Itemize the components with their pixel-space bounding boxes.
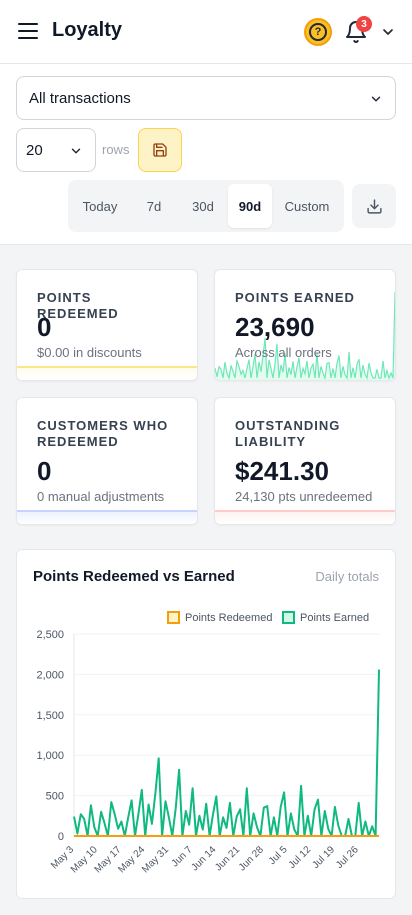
y-tick-label: 2,500 — [36, 629, 64, 641]
card-value: 23,690 — [235, 312, 315, 342]
range-30d-button[interactable]: 30d — [180, 184, 226, 228]
chevron-down-icon[interactable] — [380, 24, 396, 40]
chart-title: Points Redeemed vs Earned — [33, 568, 235, 585]
legend-item-earned[interactable]: Points Earned — [282, 611, 369, 624]
chevron-down-icon — [71, 148, 81, 154]
card-accent-bar — [215, 510, 395, 524]
rows-label: rows — [102, 142, 130, 157]
card-customers-redeemed: CUSTOMERS WHO REDEEMED 0 0 manual adjust… — [16, 397, 198, 525]
y-tick-label: 500 — [46, 791, 64, 803]
card-value: 0 — [37, 456, 52, 486]
y-tick-label: 1,000 — [36, 750, 64, 762]
card-subtext: Across all orders — [235, 345, 332, 360]
rows-per-page-value: 20 — [26, 142, 43, 159]
legend-swatch — [282, 611, 295, 624]
range-custom-button[interactable]: Custom — [274, 184, 340, 228]
help-icon: ? — [309, 23, 327, 41]
card-value: 0 — [37, 312, 52, 342]
card-accent-bar — [17, 366, 197, 380]
card-subtext: 24,130 pts unredeemed — [235, 489, 373, 504]
card-label: POINTS REDEEMED — [37, 290, 119, 321]
x-tick-label: Jul 26 — [334, 844, 361, 871]
y-tick-label: 1,500 — [36, 710, 64, 722]
transaction-filter-value: All transactions — [29, 90, 131, 107]
card-value: $241.30 — [235, 456, 329, 486]
x-tick-label: May 31 — [140, 844, 171, 875]
date-range-group: Today 7d 30d 90d Custom — [68, 180, 344, 232]
range-90d-button[interactable]: 90d — [228, 184, 272, 228]
points-chart: 05001,0001,5002,0002,500May 3May 10May 1… — [36, 629, 380, 875]
page-title: Loyalty — [52, 19, 123, 41]
card-points-redeemed: POINTS REDEEMED 0 $0.00 in discounts — [16, 269, 198, 381]
range-7d-button[interactable]: 7d — [130, 184, 178, 228]
card-label: POINTS EARNED — [235, 290, 355, 305]
transaction-filter-select[interactable]: All transactions — [16, 76, 396, 120]
download-icon — [366, 198, 382, 214]
filters-panel: All transactions 20 rows Today 7d 30d 90… — [0, 64, 412, 245]
card-label: OUTSTANDING LIABILITY — [235, 418, 341, 449]
save-view-button[interactable] — [138, 128, 182, 172]
save-icon — [153, 143, 167, 157]
chevron-down-icon — [371, 96, 381, 102]
help-button[interactable]: ? — [304, 18, 332, 46]
x-tick-label: Jun 28 — [237, 844, 266, 873]
x-tick-label: Jun 21 — [213, 844, 242, 873]
range-today-button[interactable]: Today — [72, 184, 128, 228]
card-subtext: 0 manual adjustments — [37, 489, 165, 504]
y-tick-label: 2,000 — [36, 669, 64, 681]
card-subtext: $0.00 in discounts — [37, 345, 142, 360]
rows-per-page-select[interactable]: 20 — [16, 128, 96, 172]
card-accent-bar — [17, 510, 197, 524]
top-bar: Loyalty ? 3 — [0, 0, 412, 64]
card-label: CUSTOMERS WHO REDEEMED — [37, 418, 169, 449]
notification-badge: 3 — [356, 16, 372, 32]
legend-swatch — [167, 611, 180, 624]
chart-subtitle: Daily totals — [315, 569, 379, 584]
chart-card: 0 500 1,000 1,500 2,000 2,500 May 3 May 10 May 1… — [16, 549, 396, 899]
card-points-earned: POINTS EARNED 23,690 Across all orders — [214, 269, 396, 381]
y-tick-label: 0 — [58, 831, 64, 843]
card-outstanding-liability: OUTSTANDING LIABILITY $241.30 24,130 pts… — [214, 397, 396, 525]
x-tick-label: Jun 14 — [189, 844, 218, 873]
legend-label: Points Earned — [300, 611, 370, 624]
series-line-points-earned — [73, 669, 380, 837]
x-tick-label: Jul 12 — [287, 844, 314, 871]
x-tick-label: Jul 19 — [310, 844, 337, 871]
menu-icon[interactable] — [18, 23, 38, 40]
download-button[interactable] — [352, 184, 396, 228]
legend-label: Points Redeemed — [185, 611, 273, 624]
legend-item-redeemed[interactable]: Points Redeemed — [167, 611, 272, 624]
